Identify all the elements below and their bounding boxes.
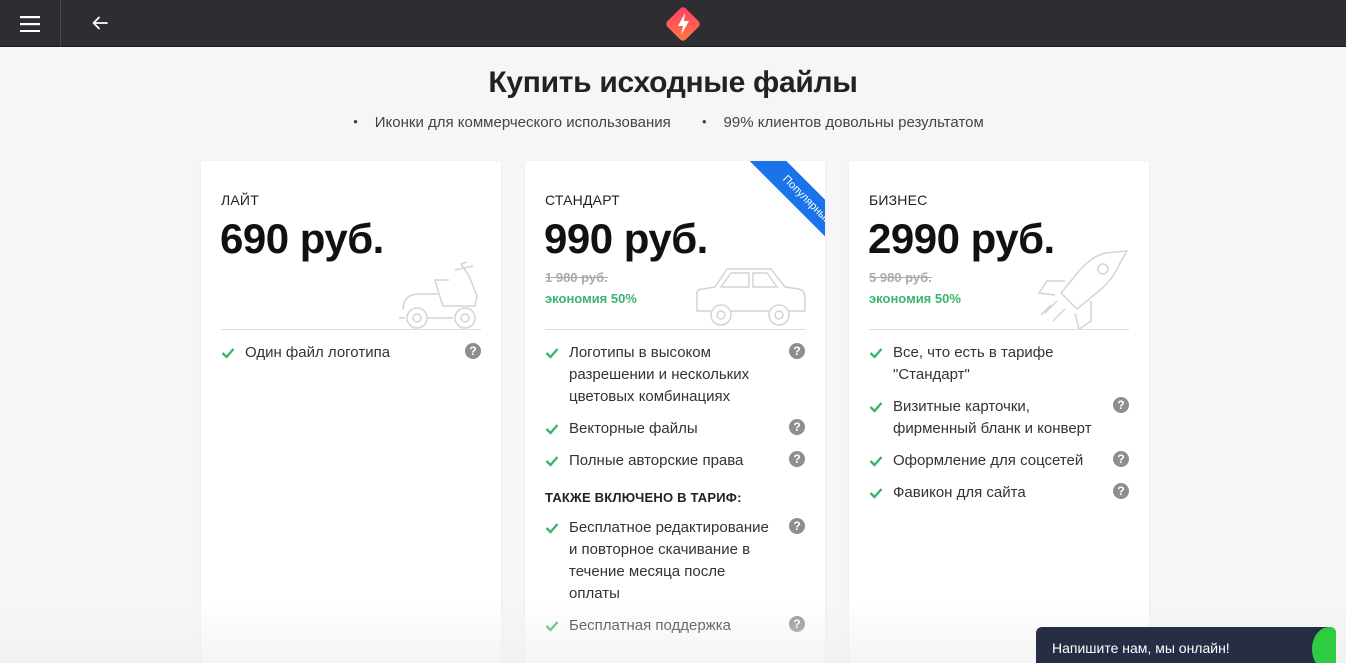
feature-text: Оформление для соцсетей (893, 452, 1084, 469)
feature-text: Один файл логотипа (245, 344, 391, 361)
rocket-icon (1037, 250, 1129, 331)
subtitle: • Иконки для коммерческого использования … (0, 114, 1346, 131)
check-icon (545, 523, 559, 534)
plan-card-standard[interactable]: Популярный СТАНДАРТ 990 руб. 1 980 руб. … (525, 161, 825, 663)
feature-item: Фавикон для сайта ? (869, 482, 1129, 504)
arrow-left-icon (92, 16, 108, 30)
help-icon[interactable]: ? (789, 518, 805, 534)
feature-text: Бесплатное редактирование и повторное ск… (569, 519, 769, 602)
help-icon[interactable]: ? (465, 343, 481, 359)
check-icon (869, 456, 883, 467)
old-price: 5 980 руб. (869, 270, 932, 285)
check-icon (221, 348, 235, 359)
feature-item: Один файл логотипа ? (221, 342, 481, 364)
saving-label: экономия 50% (545, 291, 637, 306)
plan-price: 690 руб. (220, 215, 384, 262)
plan-price: 2990 руб. (868, 215, 1055, 262)
check-icon (545, 456, 559, 467)
divider (221, 329, 481, 330)
feature-item: Полные авторские права ? (545, 450, 805, 472)
divider (545, 329, 805, 330)
online-status-icon (1312, 627, 1336, 663)
subtitle-bullet: • 99% клиентов довольны результатом (701, 114, 984, 131)
feature-list: Все, что есть в тарифе "Стандарт" Визитн… (869, 342, 1129, 514)
page-title: Купить исходные файлы (488, 66, 858, 99)
feature-text: Визитные карточки, фирменный бланк и кон… (893, 398, 1092, 437)
plan-price: 990 руб. (544, 215, 708, 262)
plan-name: ЛАЙТ (221, 192, 259, 208)
saving-label: экономия 50% (869, 291, 961, 306)
plan-name: СТАНДАРТ (545, 192, 620, 208)
car-icon (696, 268, 806, 326)
help-icon[interactable]: ? (789, 343, 805, 359)
chat-widget[interactable]: Напишите нам, мы онлайн! (1036, 627, 1336, 663)
divider (869, 329, 1129, 330)
feature-item: Визитные карточки, фирменный бланк и кон… (869, 396, 1129, 440)
chat-label: Напишите нам, мы онлайн! (1052, 640, 1230, 656)
check-icon (545, 348, 559, 359)
feature-text: Логотипы в высоком разрешении и нескольк… (569, 344, 750, 405)
help-icon[interactable]: ? (1113, 451, 1129, 467)
popular-badge: Популярный (748, 161, 825, 253)
feature-item: Оформление для соцсетей ? (869, 450, 1129, 472)
feature-item: Бесплатная поддержка ? (545, 615, 805, 637)
help-icon[interactable]: ? (1113, 483, 1129, 499)
feature-text: Полные авторские права (569, 452, 744, 469)
check-icon (545, 424, 559, 435)
top-bar (0, 0, 1346, 47)
help-icon[interactable]: ? (789, 616, 805, 632)
menu-button[interactable] (0, 0, 61, 47)
check-icon (545, 621, 559, 632)
hamburger-icon (20, 15, 40, 32)
feature-list: Логотипы в высоком разрешении и нескольк… (545, 342, 805, 647)
feature-item: Бесплатное редактирование и повторное ск… (545, 517, 805, 605)
feature-list: Один файл логотипа ? (221, 342, 481, 374)
check-icon (869, 402, 883, 413)
help-icon[interactable]: ? (789, 451, 805, 467)
check-icon (869, 488, 883, 499)
back-button[interactable] (84, 8, 116, 38)
feature-item: Векторные файлы ? (545, 418, 805, 440)
check-icon (869, 348, 883, 359)
scooter-icon (399, 261, 478, 329)
subtitle-bullet: • Иконки для коммерческого использования (353, 114, 671, 131)
old-price: 1 980 руб. (545, 270, 608, 285)
feature-text: Все, что есть в тарифе "Стандарт" (893, 344, 1054, 383)
feature-item: Все, что есть в тарифе "Стандарт" (869, 342, 1129, 386)
plan-card-lite[interactable]: ЛАЙТ 690 руб. Один файл логотипа ? (201, 161, 501, 663)
help-icon[interactable]: ? (789, 419, 805, 435)
feature-text: Векторные файлы (569, 420, 698, 437)
help-icon[interactable]: ? (1113, 397, 1129, 413)
feature-item: Логотипы в высоком разрешении и нескольк… (545, 342, 805, 408)
feature-text: Бесплатная поддержка (569, 617, 731, 634)
feature-text: Фавикон для сайта (893, 484, 1026, 501)
brand-logo-icon[interactable] (663, 4, 703, 44)
popular-ribbon: Популярный (733, 161, 825, 253)
also-included-title: ТАКЖЕ ВКЛЮЧЕНО В ТАРИФ: (545, 490, 742, 505)
plan-name: БИЗНЕС (869, 192, 928, 208)
plan-card-business[interactable]: БИЗНЕС 2990 руб. 5 980 руб. экономия 50%… (849, 161, 1149, 663)
